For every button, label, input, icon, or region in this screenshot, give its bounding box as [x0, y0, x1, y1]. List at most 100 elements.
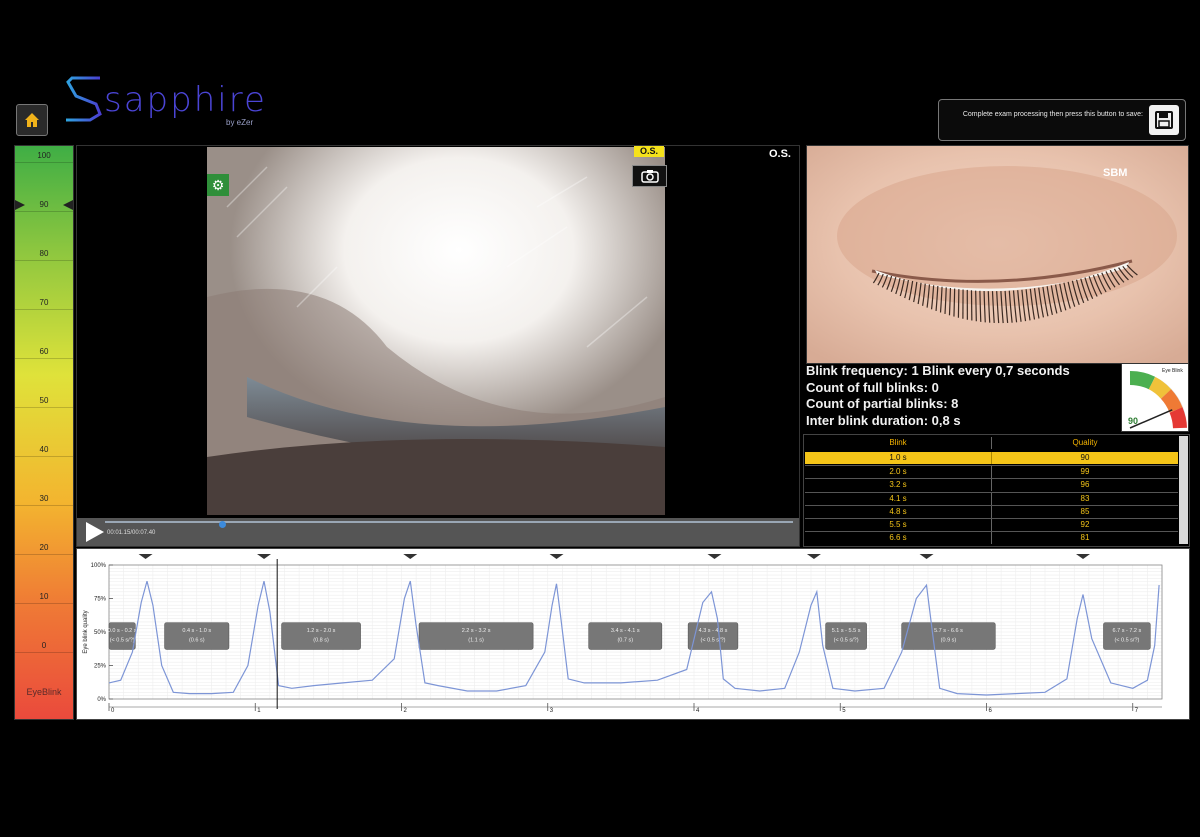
playback-bar: 00:01.15/00:07.40: [77, 518, 799, 546]
floppy-disk-icon: [1155, 111, 1173, 129]
scale-tick-line: [15, 505, 73, 506]
segment-duration-label: (0.9 s): [941, 637, 957, 643]
seek-handle[interactable]: [218, 521, 226, 528]
table-row[interactable]: 3.2 s 96: [805, 478, 1178, 492]
segment-range-label: 4.3 s - 4.8 s: [699, 628, 728, 634]
cell-blink-time: 3.2 s: [889, 480, 907, 490]
scale-tick-label: 10: [39, 592, 49, 601]
cell-blink-time: 4.8 s: [889, 506, 907, 516]
graph-y-tick-label: 50%: [94, 630, 107, 636]
inter-blink-segment[interactable]: [418, 622, 534, 650]
graph-x-tick-label: 2: [404, 708, 408, 714]
inter-blink-segment[interactable]: [164, 622, 230, 650]
graph-y-tick-label: 0%: [97, 697, 106, 703]
blink-quality-graph: Eye blink quality 100% 75% 50% 25% 0% 0 1 2 3 4 5 6 7…: [76, 548, 1190, 720]
home-icon: [25, 113, 39, 127]
blink-marker-icon: [549, 554, 564, 559]
segment-range-label: 6.7 s - 7.2 s: [1113, 628, 1142, 634]
inter-blink-segment[interactable]: [108, 622, 136, 650]
scale-tick-label: 30: [39, 494, 49, 503]
blink-marker-icon: [806, 554, 821, 559]
segment-range-label: 0.4 s - 1.0 s: [182, 628, 211, 634]
graph-x-tick-label: 6: [989, 708, 993, 714]
segment-range-label: 5.1 s - 5.5 s: [832, 628, 861, 634]
inter-blink-segment[interactable]: [588, 622, 663, 650]
inter-blink-segment[interactable]: [901, 622, 996, 650]
blink-marker-icon: [138, 554, 153, 559]
graph-y-tick-label: 25%: [94, 664, 107, 670]
scale-tick-label: 100: [37, 151, 51, 160]
segment-duration-label: (0.6 s): [189, 637, 205, 643]
cell-blink-time: 6.6 s: [889, 533, 907, 543]
blink-marker-icon: [1076, 554, 1091, 559]
cell-blink-time: 1.0 s: [889, 453, 907, 462]
blink-marker-icon: [403, 554, 418, 559]
graph-y-tick-label: 100%: [91, 563, 107, 569]
blink-marker-icon: [707, 554, 722, 559]
table-row[interactable]: 2.0 s 99: [805, 465, 1178, 479]
blink-marker-icon: [257, 554, 272, 559]
segment-duration-label: (< 0.5 s/?): [701, 637, 726, 643]
graph-x-tick-label: 4: [696, 708, 700, 714]
table-row[interactable]: 5.5 s 92: [805, 518, 1178, 531]
inter-blink-segment[interactable]: [687, 622, 739, 650]
home-button[interactable]: [16, 104, 48, 136]
table-row[interactable]: 4.8 s 85: [805, 504, 1178, 518]
scale-tick-line: [15, 162, 73, 163]
inter-blink-segment[interactable]: [281, 622, 361, 650]
table-row[interactable]: 4.1 s 83: [805, 491, 1178, 505]
illustration-watermark: SBM: [1103, 167, 1127, 179]
cell-quality: 90: [1080, 453, 1090, 462]
table-row[interactable]: 1.0 s 90: [805, 452, 1178, 464]
eye-video-frame[interactable]: [207, 147, 665, 515]
stat-inter-blink: Inter blink duration: 0,8 s: [806, 412, 961, 428]
eye-badge: O.S.: [634, 146, 664, 157]
eye-blink-gauge: Eye Blink 90: [1121, 363, 1189, 432]
cell-blink-time: 2.0 s: [889, 467, 907, 477]
sapphire-logo: sapphire by eZer: [66, 74, 296, 134]
play-button[interactable]: [82, 520, 106, 544]
graph-x-tick-label: 3: [550, 708, 554, 714]
scale-tick-line: [15, 260, 73, 261]
graph-y-axis-label: Eye blink quality: [83, 610, 89, 653]
segment-duration-label: (0.7 s): [617, 637, 633, 643]
stat-partial-blinks: Count of partial blinks: 8: [806, 396, 959, 411]
scale-tick-line: [15, 652, 73, 653]
stat-blink-frequency: Blink frequency: 1 Blink every 0,7 secon…: [806, 363, 1070, 378]
segment-duration-label: (< 0.5 s/?): [110, 637, 135, 643]
table-scrollbar[interactable]: [1179, 436, 1188, 544]
graph-x-tick-label: 0: [111, 708, 115, 714]
camera-icon: [640, 170, 659, 183]
seek-track[interactable]: [105, 521, 793, 528]
logo-subtext: by eZer: [226, 118, 254, 127]
inter-blink-segment[interactable]: [1103, 622, 1151, 650]
scale-tick-line: [15, 456, 73, 457]
save-button[interactable]: [1149, 105, 1179, 135]
gears-icon: ⚙: [211, 176, 225, 193]
stat-full-blinks: Count of full blinks: 0: [806, 379, 939, 395]
scale-tick-line: [15, 358, 73, 359]
scale-marker-left-icon: [15, 200, 25, 210]
cell-quality: 92: [1080, 520, 1090, 529]
settings-button[interactable]: ⚙: [207, 174, 229, 196]
blink-quality-scale: 100 90 80 70 60 50 40 30 20 10 0 EyeBlink: [14, 145, 74, 720]
graph-x-tick-label: 1: [257, 708, 261, 714]
cell-blink-time: 4.1 s: [889, 493, 907, 503]
scale-tick-line: [15, 407, 73, 408]
scale-tick-line: [15, 554, 73, 555]
playback-time: 00:01.15/00:07.40: [107, 530, 156, 536]
segment-duration-label: (0.8 s): [313, 637, 329, 643]
scale-tick-line: [15, 211, 73, 212]
inter-blink-segment[interactable]: [825, 622, 867, 650]
blink-marker-icon: [919, 554, 934, 559]
cell-quality: 85: [1080, 506, 1090, 516]
table-row[interactable]: 6.6 s 81: [805, 531, 1178, 545]
play-icon: [86, 522, 104, 542]
gauge-label: Eye Blink: [1162, 368, 1183, 374]
graph-x-tick-label: 5: [842, 708, 846, 714]
snapshot-button[interactable]: [632, 165, 667, 187]
segment-duration-label: (< 0.5 s/?): [1114, 637, 1139, 643]
cell-quality: 96: [1080, 480, 1090, 490]
segment-range-label: 0.0 s - 0.2 s: [108, 628, 137, 634]
gauge-value: 90: [1128, 416, 1138, 426]
